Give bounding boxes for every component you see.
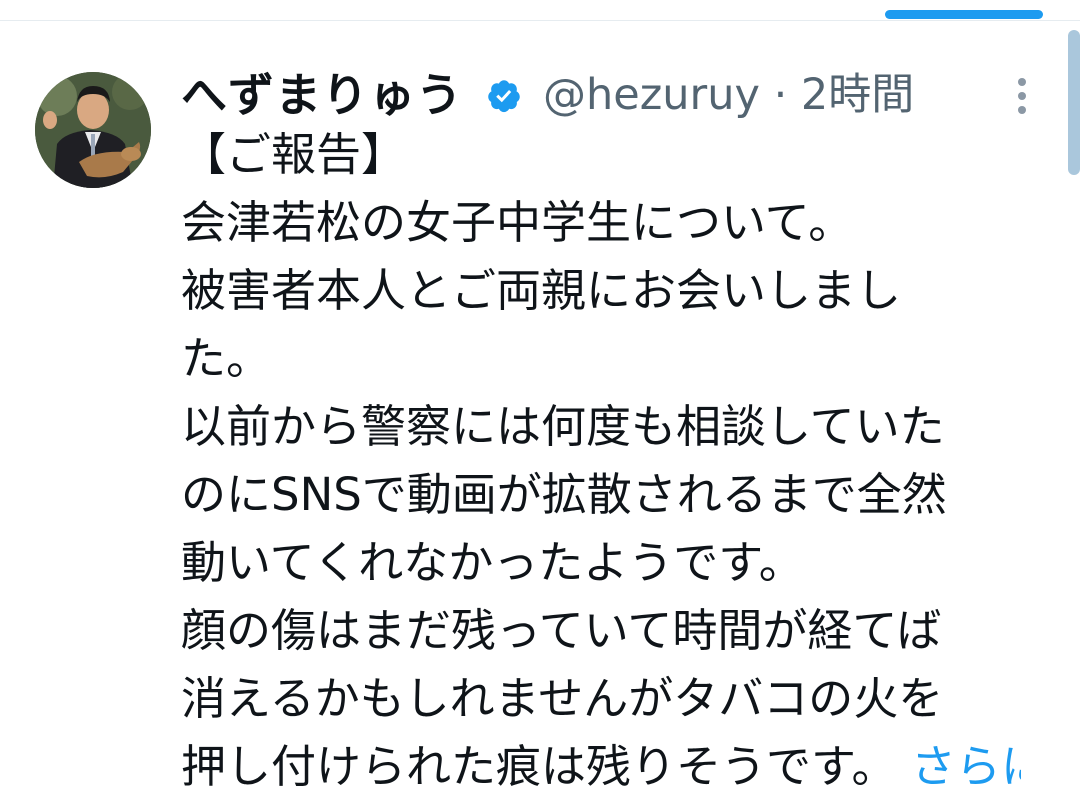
tweet-line: 以前から警察には何度も相談していた bbox=[181, 400, 945, 453]
tweet-header: へずまりゅう @hezuruy · 2時間 bbox=[181, 65, 1011, 125]
tweet-line: 【ご報告】 bbox=[181, 128, 407, 181]
active-tab-indicator bbox=[885, 10, 1043, 19]
handle-and-timestamp[interactable]: @hezuruy · 2時間 bbox=[543, 65, 914, 125]
show-more-link[interactable]: さらに表示 bbox=[911, 740, 1021, 793]
more-options-icon[interactable] bbox=[1013, 78, 1031, 118]
tweet-line: 顔の傷はまだ残っていて時間が経てば bbox=[181, 604, 942, 657]
tweet-line-last: 押し付けられた痕は残りそうです。 さらに表示 bbox=[181, 733, 1021, 801]
tweet-line: 消えるかもしれませんがタバコの火を bbox=[181, 672, 944, 725]
tweet-line: 被害者本人とご両親にお会いしまし bbox=[181, 264, 902, 317]
tweet-line: 動いてくれなかったようです。 bbox=[181, 536, 804, 589]
tweet[interactable]: へずまりゅう @hezuruy · 2時間 【ご報告】 会津若松の女子中学生につ… bbox=[0, 21, 1080, 793]
tweet-line: のにSNSで動画が拡散されるまで全然 bbox=[181, 468, 947, 521]
avatar[interactable] bbox=[35, 72, 151, 188]
verified-badge-icon bbox=[486, 78, 522, 114]
tweet-body: 【ご報告】 会津若松の女子中学生について。 被害者本人とご両親にお会いしまし た… bbox=[181, 121, 1021, 801]
tweet-line: 押し付けられた痕は残りそうです。 bbox=[181, 740, 897, 793]
avatar-image bbox=[35, 72, 151, 188]
tweet-line: 会津若松の女子中学生について。 bbox=[181, 196, 854, 249]
tweet-line: た。 bbox=[181, 332, 272, 385]
author-name[interactable]: へずまりゅう bbox=[181, 65, 463, 125]
